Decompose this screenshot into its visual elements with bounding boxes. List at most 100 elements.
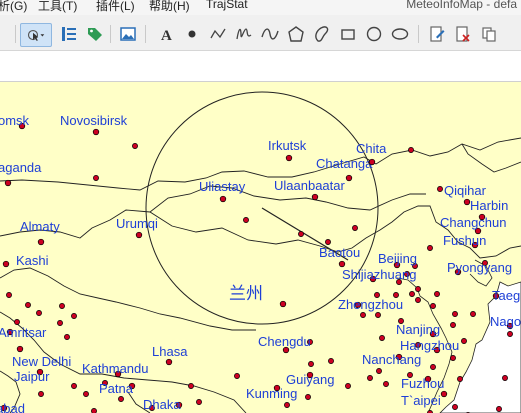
menu-bar: 析(G) 工具(T) 插件(L) 帮助(H) TrajStat MeteoInf…: [0, 0, 521, 15]
station-dot: [367, 375, 373, 381]
station-dot: [415, 297, 421, 303]
station-dot: [36, 310, 42, 316]
delete-document-icon: [456, 26, 470, 42]
station-dot: [352, 225, 358, 231]
map-canvas[interactable]: omsk Novosibirsk aganda Almaty Kashi Urumqi Ul…: [0, 82, 521, 413]
freehand-icon: [236, 28, 252, 40]
city-dot: [4, 179, 12, 187]
city-dot: [37, 238, 45, 246]
label-tool-button[interactable]: [84, 23, 106, 45]
city-label: Guiyang: [286, 372, 334, 387]
curve-polygon-tool-button[interactable]: [311, 23, 333, 45]
menu-plugins[interactable]: 插件(L): [96, 0, 135, 14]
pointer-circle-icon: [27, 29, 45, 41]
station-dot: [38, 391, 44, 397]
select-tool-button[interactable]: [20, 23, 52, 47]
window-title: MeteoInfoMap - defa: [406, 0, 517, 11]
station-dot: [408, 147, 414, 153]
city-label: Taeg: [492, 288, 520, 303]
station-dot: [437, 186, 443, 192]
menu-analysis[interactable]: 析(G): [0, 0, 27, 14]
station-dot: [325, 239, 331, 245]
identify-tool-button[interactable]: [58, 23, 80, 45]
city-label: Fushun: [443, 233, 486, 248]
station-dot: [507, 331, 513, 337]
city-label: Irkutsk: [268, 138, 307, 153]
station-dot: [71, 383, 77, 389]
rectangle-tool-button[interactable]: [337, 23, 359, 45]
edit-tool-button[interactable]: [426, 23, 448, 45]
circle-icon: [366, 26, 382, 42]
delete-tool-button[interactable]: [452, 23, 474, 45]
station-dot: [450, 322, 456, 328]
station-dot: [502, 375, 508, 381]
point-icon: [188, 30, 196, 38]
city-dot: [345, 174, 353, 182]
menu-tools[interactable]: 工具(T): [38, 0, 77, 14]
curve-polygon-icon: [315, 26, 329, 42]
country-borders: [0, 137, 521, 413]
freehand-tool-button[interactable]: [233, 23, 255, 45]
city-layer: omsk Novosibirsk aganda Almaty Kashi Urumqi Ul…: [0, 113, 521, 413]
station-dot: [308, 361, 314, 367]
city-dot: [463, 198, 471, 206]
curve-icon: [261, 28, 279, 40]
menu-help[interactable]: 帮助(H): [149, 0, 190, 14]
city-label: Urumqi: [116, 216, 158, 231]
highlight-label: 兰州: [229, 284, 263, 304]
curve-tool-button[interactable]: [259, 23, 281, 45]
station-dot: [243, 217, 249, 223]
city-label: Hangzhou: [400, 338, 459, 353]
text-tool-button[interactable]: A: [155, 23, 177, 45]
city-label: Qiqihar: [444, 183, 487, 198]
city-label: Fuzhou: [401, 376, 444, 391]
city-dot: [311, 193, 319, 201]
city-label: Kathmandu: [82, 361, 149, 376]
ellipse-tool-button[interactable]: [389, 23, 411, 45]
station-dot: [383, 381, 389, 387]
station-dot: [91, 408, 97, 413]
station-dot: [298, 231, 304, 237]
city-label: Baotou: [319, 245, 360, 260]
polygon-tool-button[interactable]: [285, 23, 307, 45]
city-label: Lhasa: [152, 344, 188, 359]
city-label: abad: [0, 401, 25, 413]
polyline-tool-button[interactable]: [207, 23, 229, 45]
station-dot: [434, 291, 440, 297]
lanzhou-dot: [279, 300, 287, 308]
station-dot: [284, 402, 290, 408]
text-a-icon: A: [161, 28, 172, 43]
station-dot: [59, 303, 65, 309]
station-dot: [450, 355, 456, 361]
column-list-icon: [62, 27, 76, 41]
svg-text:A: A: [161, 28, 172, 43]
drawing-toolbar: A: [0, 17, 521, 51]
polyline-icon: [210, 28, 226, 39]
circle-tool-button[interactable]: [363, 23, 385, 45]
station-dot: [93, 175, 99, 181]
layout-tab-strip: [0, 51, 521, 82]
station-dot: [452, 404, 458, 410]
point-tool-button[interactable]: [181, 23, 203, 45]
city-dot: [440, 390, 448, 398]
station-dot: [360, 312, 366, 318]
map-view[interactable]: omsk Novosibirsk aganda Almaty Kashi Urumqi Ul…: [0, 82, 521, 413]
station-dot: [452, 311, 458, 317]
station-dot: [430, 303, 436, 309]
station-dot: [57, 320, 63, 326]
city-label: Almaty: [20, 219, 60, 234]
station-dot: [305, 394, 311, 400]
image-tool-button[interactable]: [117, 23, 139, 45]
city-dot: [219, 195, 227, 203]
city-label: Nanchang: [362, 352, 421, 367]
city-label: Kunming: [246, 386, 297, 401]
station-dot: [234, 373, 240, 379]
station-dot: [427, 245, 433, 251]
station-dot: [196, 399, 202, 405]
city-label: Pyongyang: [447, 260, 512, 275]
city-label: Kashi: [16, 253, 49, 268]
layer-tool-button[interactable]: [478, 23, 500, 45]
city-dot: [16, 345, 24, 353]
menu-trajstat[interactable]: TrajStat: [206, 0, 248, 11]
city-dot: [92, 128, 100, 136]
